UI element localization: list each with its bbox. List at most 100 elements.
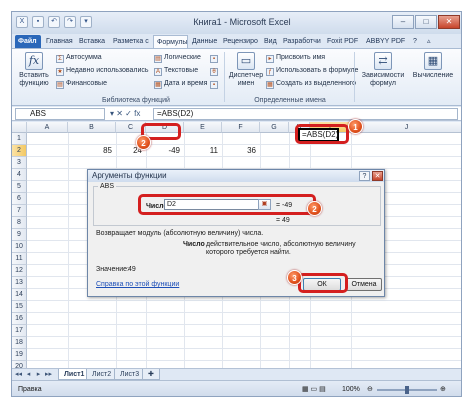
row-header[interactable]: 1	[12, 133, 27, 145]
row-header[interactable]: 10	[12, 241, 27, 253]
row-header[interactable]: 15	[12, 301, 27, 313]
value-label: Значение:	[96, 266, 129, 273]
column-header[interactable]: B	[68, 122, 116, 133]
tab-insert[interactable]: Вставка	[76, 35, 109, 48]
tab-data[interactable]: Данные	[189, 35, 219, 48]
ribbon-minimize-icon[interactable]: ▵	[424, 35, 436, 48]
row-header[interactable]: 8	[12, 217, 27, 229]
tab-developer[interactable]: Разработчи	[280, 35, 323, 48]
dialog-close-button[interactable]: ✕	[372, 171, 383, 181]
name-box[interactable]: ABS	[15, 108, 105, 120]
row-header[interactable]: 9	[12, 229, 27, 241]
sigma-icon: Σ	[56, 55, 64, 63]
cell-b2[interactable]: 85	[68, 145, 112, 157]
cell-d2[interactable]: -49	[146, 145, 180, 157]
row-header[interactable]: 12	[12, 265, 27, 277]
close-button[interactable]: ✕	[438, 15, 460, 29]
row-header[interactable]: 11	[12, 253, 27, 265]
financial-button[interactable]: ▤ Финансовые	[56, 79, 107, 89]
formula-bar: ABS ▾ ✕ ✓ fx =ABS(D2)	[12, 107, 461, 121]
use-in-formula-button[interactable]: ƒ Использовать в формуле	[266, 66, 358, 76]
tab-review[interactable]: Рецензиро	[220, 35, 260, 48]
undo-icon[interactable]: ↶	[48, 16, 60, 28]
cell-f2[interactable]: 36	[222, 145, 256, 157]
text-icon: A	[154, 68, 162, 76]
select-all-corner[interactable]	[12, 122, 27, 133]
row-header[interactable]: 3	[12, 157, 27, 169]
datetime-button[interactable]: ▦ Дата и время	[154, 79, 207, 89]
tab-home[interactable]: Главная	[43, 35, 75, 48]
function-name-label: ABS	[98, 183, 117, 191]
cancel-button[interactable]: Отмена	[346, 278, 382, 291]
sheet-tab-2[interactable]: Лист2	[86, 369, 118, 380]
row-header[interactable]: 2	[12, 145, 27, 157]
more-functions-button[interactable]: ▪	[210, 79, 220, 89]
row-header[interactable]: 5	[12, 181, 27, 193]
name-manager-button[interactable]: ▭ Диспетчер имен	[228, 52, 264, 88]
zoom-in-icon[interactable]: ⊕	[440, 386, 446, 394]
excel-logo-icon[interactable]: X	[16, 16, 28, 28]
fx-icon: fx	[25, 52, 43, 70]
row-header[interactable]: 14	[12, 289, 27, 301]
tab-abbyy-pdf[interactable]: ABBYY PDF	[363, 35, 405, 48]
insert-function-label: Вставить функцию	[19, 72, 49, 87]
row-header[interactable]: 19	[12, 349, 27, 361]
new-sheet-icon[interactable]: ✚	[142, 369, 160, 380]
calculation-button[interactable]: ▦ Вычисление	[410, 52, 456, 80]
create-from-selection-button[interactable]: ▦ Создать из выделенного	[266, 79, 356, 89]
grid-line	[27, 336, 461, 337]
tab-page-layout[interactable]: Разметка с	[110, 35, 152, 48]
tab-formulas[interactable]: Формулы	[153, 35, 188, 48]
grid-line	[27, 348, 461, 349]
formula-dependencies-button[interactable]: ⇄ Зависимости формул	[358, 52, 408, 88]
zoom-out-icon[interactable]: ⊖	[367, 386, 373, 394]
next-sheet-icon[interactable]: ▸	[34, 370, 43, 379]
math-button[interactable]: θ	[210, 66, 220, 76]
row-header[interactable]: 7	[12, 205, 27, 217]
insert-function-button[interactable]: fx Вставить функцию	[16, 52, 52, 88]
zoom-slider-thumb[interactable]	[405, 386, 409, 394]
column-header[interactable]: E	[184, 122, 222, 133]
recent-button[interactable]: ★ Недавно использовались	[56, 66, 149, 76]
row-header[interactable]: 13	[12, 277, 27, 289]
tab-file[interactable]: Файл	[15, 35, 41, 48]
dependencies-icon: ⇄	[374, 52, 392, 70]
row-header[interactable]: 20	[12, 361, 27, 368]
text-button[interactable]: A Текстовые	[154, 66, 198, 76]
calendar-icon: ▦	[154, 81, 162, 89]
formula-input[interactable]: =ABS(D2)	[153, 108, 458, 120]
row-header[interactable]: 6	[12, 193, 27, 205]
grid-line	[27, 324, 461, 325]
view-normal-icon[interactable]: ▦ ▭ ▤	[302, 386, 326, 394]
column-header[interactable]: F	[222, 122, 260, 133]
cell-e2[interactable]: 11	[184, 145, 218, 157]
logical-button[interactable]: ▤ Логические	[154, 53, 201, 63]
help-icon[interactable]: ?	[410, 35, 422, 48]
row-header[interactable]: 16	[12, 313, 27, 325]
minimize-button[interactable]: –	[392, 15, 414, 29]
row-header[interactable]: 18	[12, 337, 27, 349]
first-sheet-icon[interactable]: ◂◂	[14, 370, 23, 379]
qat-customize-icon[interactable]: ▾	[80, 16, 92, 28]
total-result: = 49	[276, 217, 290, 224]
column-header[interactable]: G	[260, 122, 289, 133]
last-sheet-icon[interactable]: ▸▸	[44, 370, 53, 379]
define-name-button[interactable]: ▸ Присвоить имя	[266, 53, 325, 63]
prev-sheet-icon[interactable]: ◂	[24, 370, 33, 379]
help-link[interactable]: Справка по этой функции	[96, 281, 179, 288]
redo-icon[interactable]: ↷	[64, 16, 76, 28]
column-header[interactable]: A	[27, 122, 68, 133]
text-label: Текстовые	[164, 67, 199, 74]
tab-foxit-pdf[interactable]: Foxit PDF	[324, 35, 362, 48]
row-header[interactable]: 17	[12, 325, 27, 337]
maximize-button[interactable]: □	[415, 15, 437, 29]
formula-bar-buttons[interactable]: ▾ ✕ ✓ fx	[110, 108, 140, 120]
row-header[interactable]: 4	[12, 169, 27, 181]
dialog-help-button[interactable]: ?	[359, 171, 370, 181]
column-header[interactable]: J	[351, 122, 461, 133]
sheet-tab-3[interactable]: Лист3	[114, 369, 146, 380]
tab-view[interactable]: Вид	[261, 35, 279, 48]
save-icon[interactable]: ▪	[32, 16, 44, 28]
autosum-button[interactable]: Σ Автосумма	[56, 53, 102, 63]
lookup-button[interactable]: ▪	[210, 53, 220, 63]
